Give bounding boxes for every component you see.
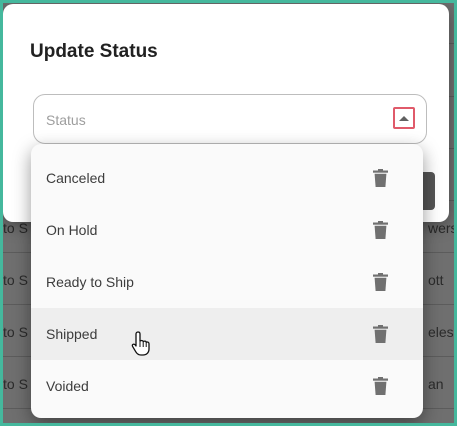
bg-row-right-text: an xyxy=(428,376,444,392)
hand-pointer-icon xyxy=(131,331,150,356)
status-option-label: Voided xyxy=(46,378,89,394)
status-dropdown-menu: Canceled On Hold Ready to Ship Shipped V… xyxy=(31,144,423,418)
trash-icon[interactable] xyxy=(373,273,388,291)
arrow-up-icon xyxy=(399,115,409,121)
trash-icon[interactable] xyxy=(373,325,388,343)
status-select-placeholder: Status xyxy=(46,112,86,128)
status-option-label: Ready to Ship xyxy=(46,274,134,290)
bg-row-right-text: eles xyxy=(428,324,454,340)
bg-row-left-text: to S xyxy=(3,220,28,236)
status-option-label: Canceled xyxy=(46,170,106,186)
status-option-on-hold[interactable]: On Hold xyxy=(31,204,423,256)
status-option-shipped[interactable]: Shipped xyxy=(31,308,423,360)
status-select[interactable]: Status xyxy=(33,94,427,144)
trash-icon[interactable] xyxy=(373,169,388,187)
status-option-ready-to-ship[interactable]: Ready to Ship xyxy=(31,256,423,308)
status-option-canceled[interactable]: Canceled xyxy=(31,152,423,204)
status-option-label: Shipped xyxy=(46,326,98,342)
bg-row-left-text: to S xyxy=(3,272,28,288)
select-toggle-button[interactable] xyxy=(393,107,415,129)
dialog-title: Update Status xyxy=(30,41,158,62)
bg-row-left-text: to S xyxy=(3,376,28,392)
bg-row-right-text: wers xyxy=(428,220,454,236)
trash-icon[interactable] xyxy=(373,377,388,395)
bg-row-left-text: to S xyxy=(3,324,28,340)
bg-row-right-text: ott xyxy=(428,272,444,288)
trash-icon[interactable] xyxy=(373,221,388,239)
status-option-voided[interactable]: Voided xyxy=(31,360,423,412)
status-option-label: On Hold xyxy=(46,222,98,238)
